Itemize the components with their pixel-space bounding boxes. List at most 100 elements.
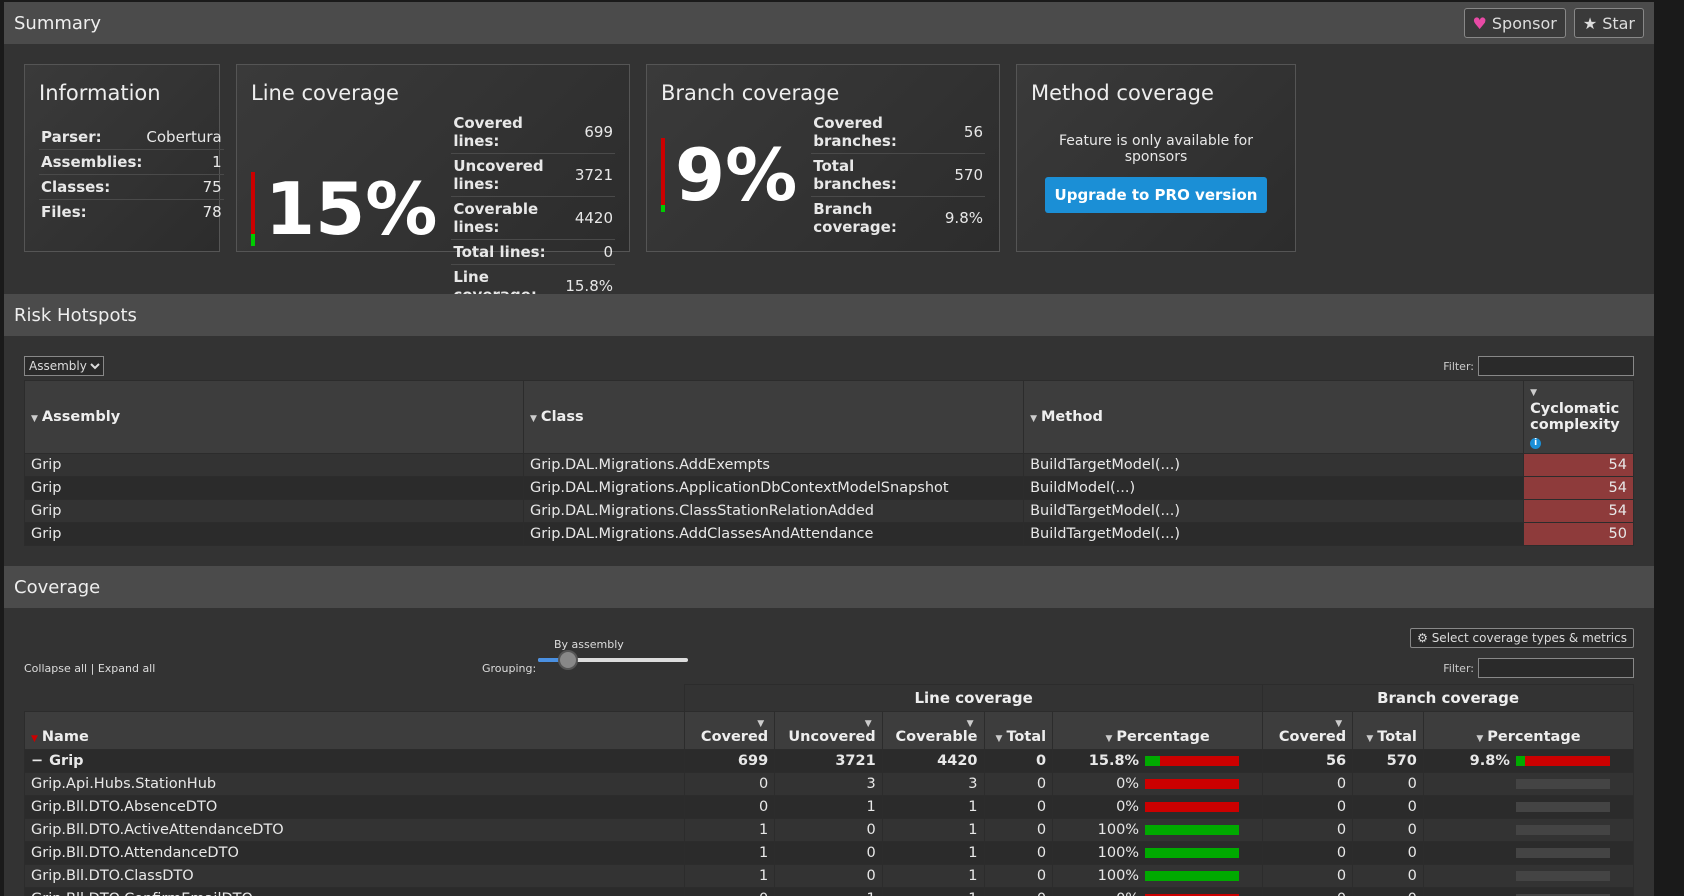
assembly-branch-percentage-bar [1515, 756, 1610, 766]
information-row: Parser: Cobertura [39, 125, 224, 150]
class-name-link[interactable]: Grip.Api.Hubs.StationHub [23, 772, 686, 796]
col-name[interactable]: ▼ Name [23, 711, 686, 750]
coverage-filter: Filter: [1443, 658, 1634, 678]
hotspot-assembly[interactable]: Grip [24, 499, 524, 523]
col-uncovered[interactable]: ▼ Uncovered [774, 711, 883, 750]
hotspots-toolbar: Assembly Filter: [4, 336, 1654, 380]
class-line-percentage-bar [1145, 871, 1240, 881]
class-name-link[interactable]: Grip.Bll.DTO.ActiveAttendanceDTO [23, 818, 686, 842]
hotspots-filter-input[interactable] [1478, 356, 1634, 376]
hotspot-class[interactable]: Grip.DAL.Migrations.AddClassesAndAttenda… [522, 522, 1025, 546]
class-total: 0 [983, 772, 1054, 796]
class-coverable: 1 [881, 841, 985, 865]
class-name-link[interactable]: Grip.Bll.DTO.ConfirmEmailDTO [23, 887, 686, 896]
hotspots-filter: Filter: [1443, 356, 1634, 376]
hotspot-class[interactable]: Grip.DAL.Migrations.AddExempts [522, 453, 1025, 477]
class-name-link[interactable]: Grip.Bll.DTO.ClassDTO [23, 864, 686, 888]
class-line-percentage-value: 100% [1097, 822, 1140, 838]
hotspot-class[interactable]: Grip.DAL.Migrations.ApplicationDbContext… [522, 476, 1025, 500]
method-coverage-title: Method coverage [1031, 81, 1214, 105]
class-name-link[interactable]: Grip.Bll.DTO.AttendanceDTO [23, 841, 686, 865]
summary-title: Summary [14, 12, 101, 34]
class-branch-percentage [1422, 887, 1635, 896]
class-coverable: 1 [881, 795, 985, 819]
branch-coverage-percent: 9% [675, 133, 798, 217]
col-class[interactable]: ▼ Class [522, 380, 1025, 454]
hotspots-filter-label: Filter: [1443, 359, 1474, 373]
summary-header: Summary ♥ Sponsor ★ Star [4, 2, 1654, 44]
class-row: Grip.Bll.DTO.ConfirmEmailDTO01100%00 [23, 887, 1635, 896]
col-covered[interactable]: ▼ Covered [684, 711, 776, 750]
hotspot-assembly[interactable]: Grip [24, 476, 524, 500]
class-total: 0 [983, 818, 1054, 842]
class-line-percentage-bar-fill [1145, 848, 1240, 858]
col-branch-percentage[interactable]: ▼ Percentage [1422, 711, 1635, 750]
hotspot-method[interactable]: BuildTargetModel(...) [1023, 453, 1525, 477]
collapse-all-link[interactable]: Collapse all [24, 662, 87, 675]
info-icon[interactable]: i [1530, 438, 1542, 449]
grouping-slider[interactable] [538, 650, 688, 670]
class-uncovered: 1 [774, 795, 883, 819]
class-name-link[interactable]: Grip.Bll.DTO.AbsenceDTO [23, 795, 686, 819]
information-key: Assemblies: [39, 149, 145, 175]
hotspot-method[interactable]: BuildModel(...) [1023, 476, 1525, 500]
col-coverable[interactable]: ▼ Coverable [881, 711, 985, 750]
col-total[interactable]: ▼ Total [983, 711, 1054, 750]
information-key: Parser: [39, 125, 145, 150]
star-label: Star [1602, 13, 1635, 33]
class-line-percentage: 100% [1052, 841, 1264, 865]
assembly-branch-percentage: 9.8% [1422, 749, 1635, 773]
hotspots-grouping-select[interactable]: Assembly [24, 356, 104, 376]
hotspot-row: Grip Grip.DAL.Migrations.AddClassesAndAtt… [24, 522, 1634, 546]
col-branch-total[interactable]: ▼ Total [1352, 711, 1424, 750]
line-coverage-value: 0 [563, 239, 615, 265]
class-branch-percentage [1422, 772, 1635, 796]
class-branch-total: 0 [1352, 887, 1424, 896]
select-metrics-button[interactable]: ⚙ Select coverage types & metrics [1410, 628, 1634, 648]
col-branch-covered[interactable]: ▼ Covered [1262, 711, 1354, 750]
star-button[interactable]: ★ Star [1573, 8, 1644, 38]
separator: | [87, 662, 98, 675]
class-branch-percentage-bar [1515, 802, 1610, 812]
line-coverage-big: 15% [251, 172, 437, 246]
hotspot-assembly[interactable]: Grip [24, 522, 524, 546]
upgrade-button[interactable]: Upgrade to PRO version [1044, 177, 1268, 213]
col-cyclomatic[interactable]: ▼ Cyclomatic complexity i [1523, 380, 1634, 454]
col-percentage[interactable]: ▼ Percentage [1052, 711, 1264, 750]
assembly-row[interactable]: − Grip 699 3721 4420 0 15.8% 56 570 9.8% [23, 749, 1635, 773]
information-value: 78 [202, 203, 222, 221]
hotspot-class[interactable]: Grip.DAL.Migrations.ClassStationRelation… [522, 499, 1025, 523]
hotspot-row: Grip Grip.DAL.Migrations.ApplicationDbCon… [24, 476, 1634, 500]
col-assembly[interactable]: ▼ Assembly [24, 380, 524, 454]
col-covered-label: Covered [700, 729, 769, 745]
coverage-header: Coverage [4, 566, 1654, 608]
coverage-filter-input[interactable] [1478, 658, 1634, 678]
class-row: Grip.Bll.DTO.ClassDTO 1 0 1 0 100% 0 0 [23, 864, 1635, 888]
col-method[interactable]: ▼ Method [1023, 380, 1525, 454]
sort-desc-icon: ▼ [1030, 414, 1037, 424]
class-uncovered: 0 [774, 818, 883, 842]
slider-knob[interactable] [558, 650, 578, 670]
sort-desc-icon: ▼ [1335, 719, 1343, 729]
col-name-label: Name [41, 729, 89, 745]
class-branch-percentage [1422, 818, 1635, 842]
information-table: Parser: Cobertura Assemblies: 1 Classes: 75 Fi… [39, 125, 224, 224]
class-coverable: 1 [881, 818, 985, 842]
class-covered: 1 [684, 864, 776, 888]
hotspot-assembly[interactable]: Grip [24, 453, 524, 477]
col-method-label: Method [1041, 409, 1103, 425]
line-coverage-bar [251, 172, 255, 246]
class-line-percentage-value: 100% [1097, 868, 1140, 884]
collapse-icon[interactable]: − [31, 753, 43, 769]
assembly-name-cell[interactable]: − Grip [23, 749, 686, 773]
sort-desc-icon: ▼ [1530, 388, 1538, 398]
class-branch-covered: 0 [1262, 772, 1354, 796]
expand-all-link[interactable]: Expand all [98, 662, 156, 675]
grouping-label: Grouping: [482, 662, 537, 675]
col-percentage-label: Percentage [1116, 729, 1210, 745]
class-row: Grip.Bll.DTO.AbsenceDTO 0 1 1 0 0% 0 0 [23, 795, 1635, 819]
hotspot-method[interactable]: BuildTargetModel(...) [1023, 522, 1525, 546]
col-cyclomatic-label: Cyclomatic complexity [1530, 401, 1620, 433]
sponsor-button[interactable]: ♥ Sponsor [1463, 8, 1566, 38]
hotspot-method[interactable]: BuildTargetModel(...) [1023, 499, 1525, 523]
